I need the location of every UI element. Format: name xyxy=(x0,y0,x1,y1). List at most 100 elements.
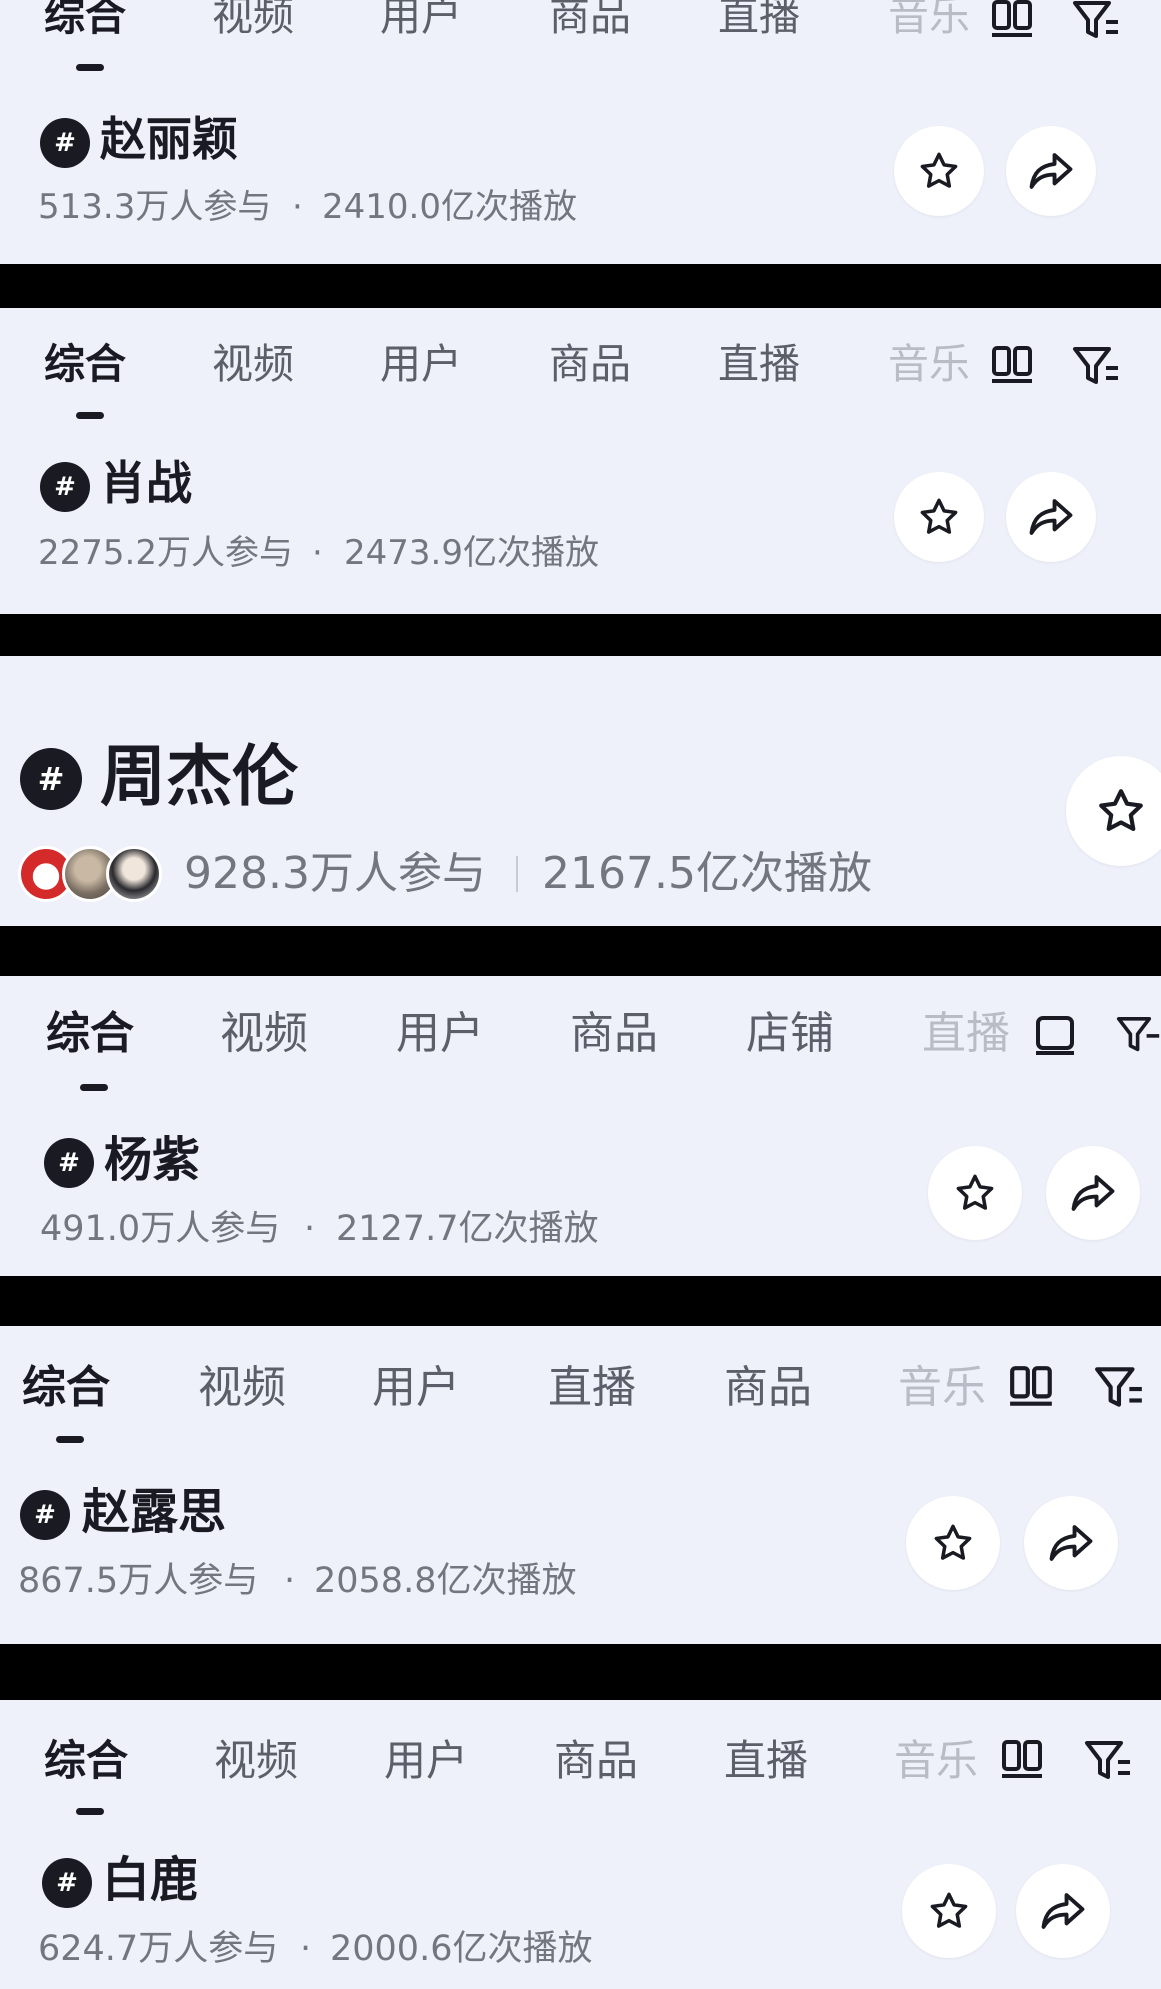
tab-user[interactable]: 用户 xyxy=(380,344,462,385)
active-tab-indicator xyxy=(56,1436,84,1443)
hashtag-icon xyxy=(42,1858,92,1908)
play-count: 2000.6亿次播放 xyxy=(330,1929,593,1969)
tab-video[interactable]: 视频 xyxy=(212,0,294,37)
tab-product[interactable]: 商品 xyxy=(549,0,631,37)
topic-title[interactable]: 赵露思 xyxy=(82,1488,226,1536)
topic-title[interactable]: 白鹿 xyxy=(102,1856,198,1904)
tab-video[interactable]: 视频 xyxy=(198,1366,286,1410)
topic-title[interactable]: 肖战 xyxy=(100,460,192,506)
share-icon xyxy=(1029,153,1073,189)
share-button[interactable] xyxy=(1006,472,1096,562)
stats-separator: · xyxy=(300,1929,312,1969)
hashtag-icon xyxy=(20,748,82,810)
stats-separator: · xyxy=(292,187,303,227)
tab-user[interactable]: 用户 xyxy=(384,1740,468,1782)
tab-user[interactable]: 用户 xyxy=(372,1366,460,1410)
favorite-button[interactable] xyxy=(894,472,984,562)
topic-card-zhoujielun: 周杰伦 928.3万人参与 2167.5亿次播放 xyxy=(0,656,1161,926)
tab-music[interactable]: 音乐 xyxy=(888,344,970,385)
share-icon xyxy=(1041,1893,1085,1929)
tab-general[interactable]: 综合 xyxy=(46,1012,134,1056)
active-tab-indicator xyxy=(76,1808,104,1815)
topic-card-zhaolusi: 综合 视频 用户 直播 商品 音乐 赵露思 867.5万人参与 · 2058.8… xyxy=(0,1326,1161,1644)
star-icon xyxy=(934,1524,972,1560)
tab-live[interactable]: 直播 xyxy=(724,1740,808,1782)
topic-card-zhaoliying: 综合 视频 用户 商品 直播 音乐 赵丽颖 513.3万人参与 · 2410.0… xyxy=(0,0,1161,264)
grid-toggle-icon[interactable] xyxy=(990,0,1036,38)
favorite-button[interactable] xyxy=(894,126,984,216)
tab-live[interactable]: 直播 xyxy=(718,344,800,385)
tab-video[interactable]: 视频 xyxy=(212,344,294,385)
tab-live[interactable]: 直播 xyxy=(548,1366,636,1410)
tab-product[interactable]: 商品 xyxy=(549,344,631,385)
play-count: 2473.9亿次播放 xyxy=(344,533,599,573)
favorite-button[interactable] xyxy=(1066,756,1161,866)
hashtag-icon xyxy=(40,462,90,512)
favorite-button[interactable] xyxy=(902,1864,996,1958)
play-count: 2410.0亿次播放 xyxy=(322,187,577,227)
hashtag-icon xyxy=(40,118,90,168)
tab-video[interactable]: 视频 xyxy=(214,1740,298,1782)
participant-count: 491.0万人参与 xyxy=(40,1209,281,1249)
tab-product[interactable]: 商品 xyxy=(570,1012,658,1056)
hashtag-icon xyxy=(20,1490,70,1540)
filter-icon[interactable] xyxy=(1094,1366,1146,1410)
tab-general[interactable]: 综合 xyxy=(44,0,126,37)
topic-card-bailu: 综合 视频 用户 商品 直播 音乐 白鹿 624.7万人参与 · 2000.6亿… xyxy=(0,1700,1161,1989)
star-icon xyxy=(920,498,958,534)
active-tab-indicator xyxy=(80,1084,108,1091)
share-icon xyxy=(1071,1175,1115,1211)
stats-divider xyxy=(516,856,518,892)
tab-user[interactable]: 用户 xyxy=(396,1012,484,1056)
play-count: 2127.7亿次播放 xyxy=(336,1209,599,1249)
participant-count: 513.3万人参与 xyxy=(38,187,272,227)
share-button[interactable] xyxy=(1016,1864,1110,1958)
grid-toggle-icon[interactable] xyxy=(1034,1012,1078,1056)
share-button[interactable] xyxy=(1046,1146,1140,1240)
tab-live[interactable]: 直播 xyxy=(922,1012,1010,1056)
tab-live[interactable]: 直播 xyxy=(718,0,800,37)
tab-product[interactable]: 商品 xyxy=(554,1740,638,1782)
tab-general[interactable]: 综合 xyxy=(44,1740,128,1782)
tab-general[interactable]: 综合 xyxy=(44,344,126,385)
share-icon xyxy=(1029,499,1073,535)
topic-card-xiaozhan: 综合 视频 用户 商品 直播 音乐 肖战 2275.2万人参与 · 2473.9… xyxy=(0,308,1161,614)
filter-icon[interactable] xyxy=(1084,1740,1134,1782)
tab-music[interactable]: 音乐 xyxy=(894,1740,978,1782)
avatar[interactable] xyxy=(106,846,162,902)
stats-separator: · xyxy=(312,533,323,573)
topic-title[interactable]: 赵丽颖 xyxy=(100,116,238,162)
play-count: 2167.5亿次播放 xyxy=(542,848,872,899)
participant-count: 928.3万人参与 xyxy=(184,848,486,899)
tab-general[interactable]: 综合 xyxy=(22,1366,110,1410)
grid-toggle-icon[interactable] xyxy=(990,346,1036,384)
tab-store[interactable]: 店铺 xyxy=(746,1012,834,1056)
favorite-button[interactable] xyxy=(906,1496,1000,1590)
tab-user[interactable]: 用户 xyxy=(380,0,462,37)
active-tab-indicator xyxy=(76,412,104,419)
topic-card-yangzi: 综合 视频 用户 商品 店铺 直播 杨紫 491.0万人参与 · 2127.7亿… xyxy=(0,976,1161,1276)
filter-icon[interactable] xyxy=(1072,0,1122,40)
tab-music[interactable]: 音乐 xyxy=(898,1366,986,1410)
tab-music[interactable]: 音乐 xyxy=(888,0,970,37)
participant-count: 624.7万人参与 xyxy=(38,1929,279,1969)
stats-separator: · xyxy=(304,1209,316,1249)
topic-title[interactable]: 杨紫 xyxy=(104,1136,200,1184)
star-icon xyxy=(1099,789,1143,831)
grid-toggle-icon[interactable] xyxy=(1000,1740,1046,1780)
star-icon xyxy=(930,1892,968,1928)
active-tab-indicator xyxy=(76,64,104,71)
tab-product[interactable]: 商品 xyxy=(724,1366,812,1410)
favorite-button[interactable] xyxy=(928,1146,1022,1240)
filter-icon[interactable] xyxy=(1072,346,1122,386)
share-button[interactable] xyxy=(1006,126,1096,216)
participant-count: 867.5万人参与 xyxy=(18,1561,259,1601)
grid-toggle-icon[interactable] xyxy=(1008,1366,1056,1408)
share-button[interactable] xyxy=(1024,1496,1118,1590)
play-count: 2058.8亿次播放 xyxy=(314,1561,577,1601)
topic-title[interactable]: 周杰伦 xyxy=(100,744,298,810)
share-icon xyxy=(1049,1525,1093,1561)
hashtag-icon xyxy=(44,1138,94,1188)
tab-video[interactable]: 视频 xyxy=(220,1012,308,1056)
filter-icon[interactable] xyxy=(1116,1014,1161,1056)
